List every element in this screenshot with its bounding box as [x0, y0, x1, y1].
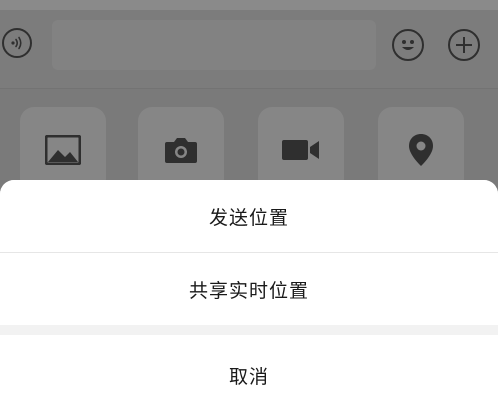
share-live-location-option[interactable]: 共享实时位置	[0, 253, 498, 325]
photo-icon	[45, 135, 81, 165]
camera-icon	[165, 138, 197, 163]
plus-icon	[456, 37, 472, 53]
cancel-button[interactable]: 取消	[0, 335, 498, 416]
share-live-location-label: 共享实时位置	[188, 279, 309, 302]
location-icon	[409, 134, 433, 166]
video-call-icon	[282, 140, 319, 160]
voice-input-button[interactable]	[2, 28, 32, 58]
voice-icon	[11, 36, 22, 50]
message-input-field[interactable]	[52, 20, 376, 70]
chat-screen: 发送位置 共享实时位置 取消	[0, 0, 498, 416]
chat-input-bar	[0, 0, 498, 88]
cancel-gap	[0, 325, 498, 335]
emoji-button[interactable]	[392, 29, 424, 61]
location-action-sheet: 发送位置 共享实时位置 取消	[0, 180, 498, 416]
input-bar-top-edge	[0, 0, 498, 10]
send-location-label: 发送位置	[208, 206, 289, 229]
send-location-option[interactable]: 发送位置	[0, 180, 498, 252]
more-functions-button[interactable]	[448, 29, 480, 61]
emoji-icon	[402, 40, 414, 50]
cancel-label: 取消	[228, 366, 269, 388]
